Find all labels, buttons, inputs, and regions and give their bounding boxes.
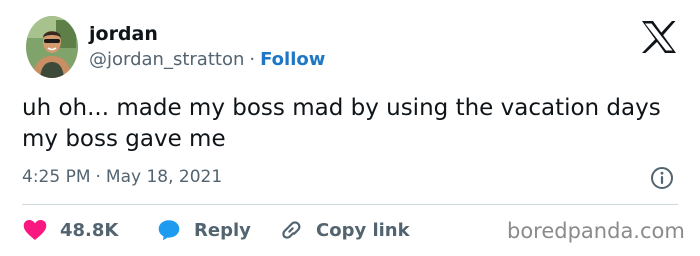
like-count: 48.8K <box>60 219 119 241</box>
follow-button[interactable]: Follow <box>260 49 325 70</box>
watermark: boredpanda.com <box>507 219 685 243</box>
x-logo-icon[interactable] <box>641 20 677 54</box>
author-name[interactable]: jordan <box>89 22 158 46</box>
reply-button[interactable]: Reply <box>156 217 251 243</box>
tweet-time: 4:25 PM <box>22 167 91 187</box>
author-line: @jordan_stratton · Follow <box>89 49 325 71</box>
copy-link-button[interactable]: Copy link <box>278 217 410 243</box>
tweet-text: uh oh... made my boss mad by using the v… <box>22 95 661 152</box>
tweet-timestamp[interactable]: 4:25 PM · May 18, 2021 <box>22 166 222 188</box>
like-button[interactable]: 48.8K <box>22 217 118 243</box>
author-handle[interactable]: @jordan_stratton <box>89 49 244 70</box>
avatar[interactable] <box>26 16 78 78</box>
link-icon <box>278 217 304 243</box>
heart-icon <box>22 217 48 243</box>
info-icon[interactable] <box>650 166 674 190</box>
handle-separator: · <box>249 49 256 70</box>
speech-bubble-icon <box>156 217 182 243</box>
copy-link-label: Copy link <box>316 219 410 241</box>
reply-label: Reply <box>194 219 251 241</box>
tweet-card: jordan @jordan_stratton · Follow uh oh... … <box>0 0 700 256</box>
timestamp-separator: · <box>95 167 101 187</box>
divider <box>22 204 678 205</box>
tweet-date: May 18, 2021 <box>105 167 223 187</box>
